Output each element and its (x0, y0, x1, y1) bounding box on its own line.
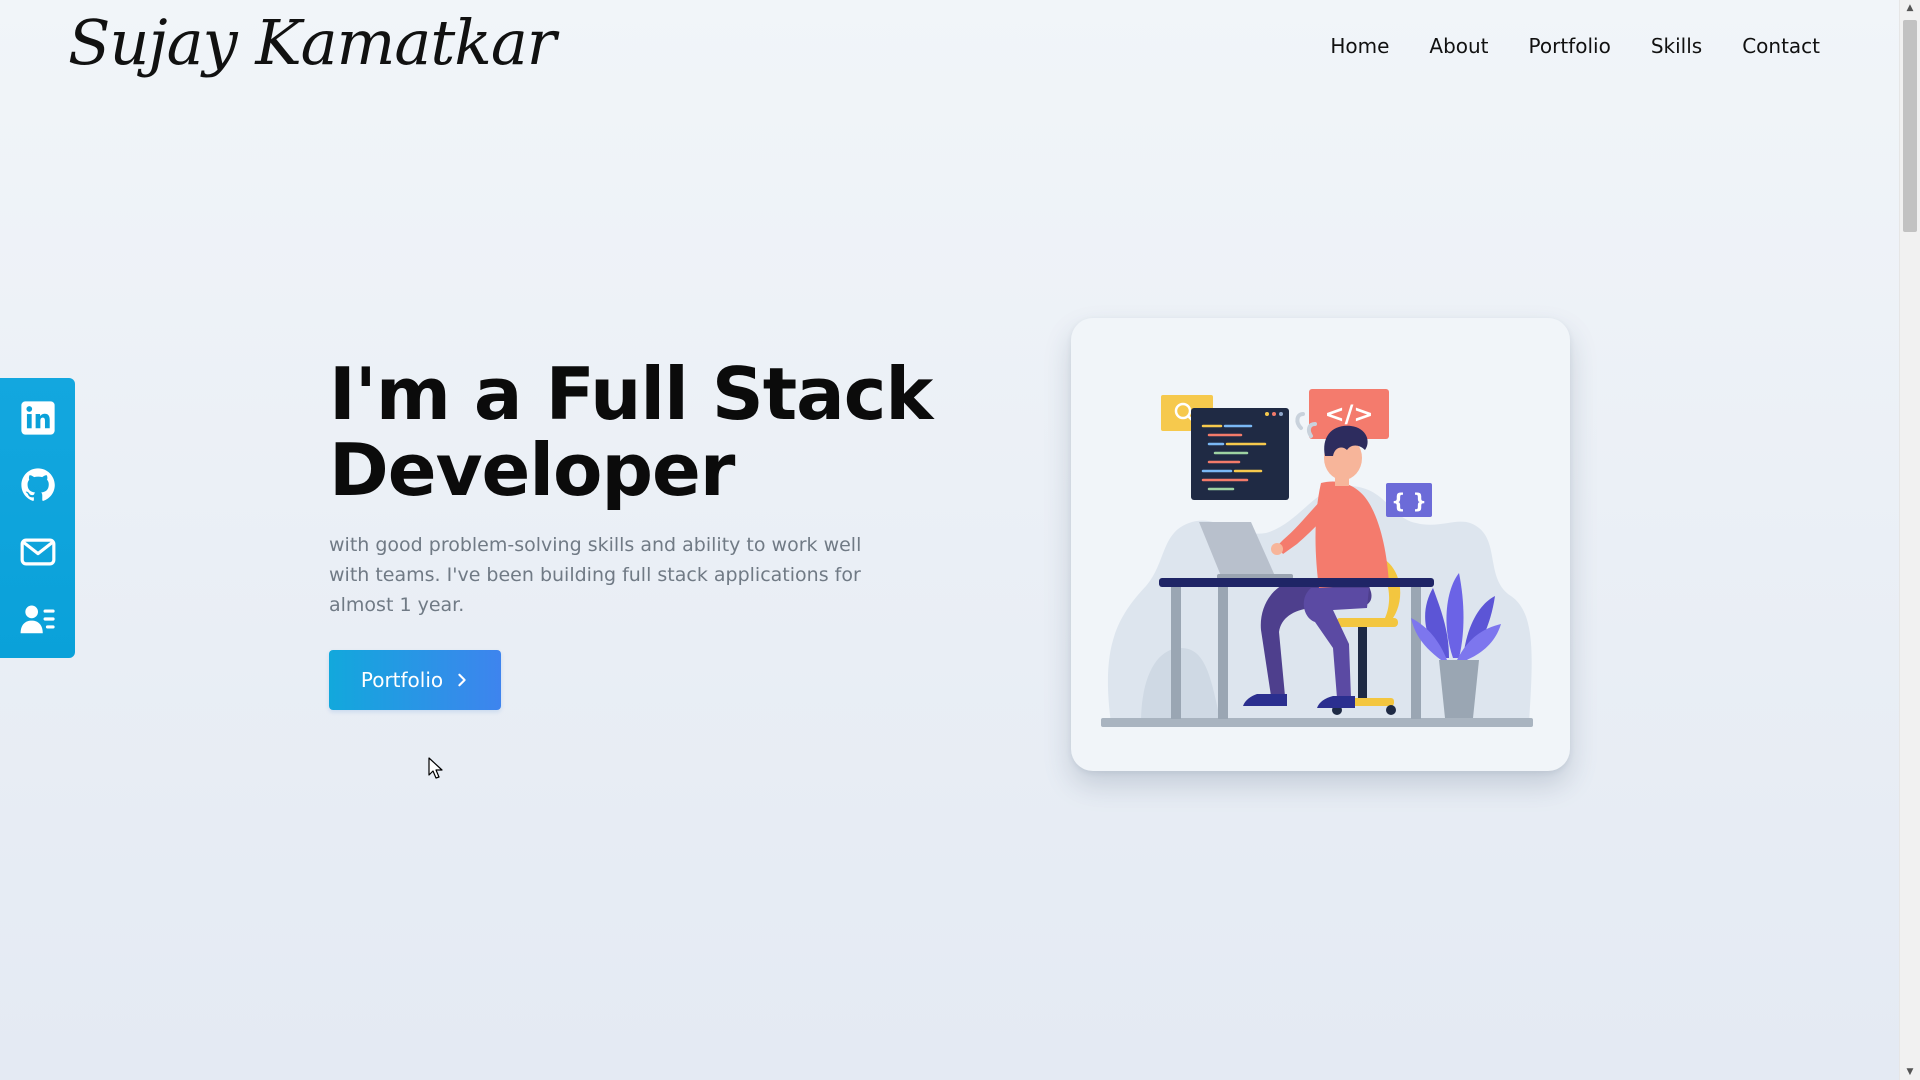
illustration-braces-tag: { } (1391, 489, 1426, 513)
nav-home[interactable]: Home (1330, 34, 1389, 58)
scroll-up-arrow-icon[interactable]: ▲ (1900, 0, 1920, 16)
developer-illustration: </> { } (1101, 389, 1533, 727)
page-scrollbar[interactable]: ▲ ▼ (1899, 0, 1920, 1080)
illustration-code-tag: </> (1325, 400, 1374, 428)
hero-illustration-card: </> { } (1071, 318, 1570, 771)
portfolio-button-label: Portfolio (360, 668, 444, 692)
resume-link[interactable] (18, 599, 58, 639)
hero-subtitle: with good problem-solving skills and abi… (329, 534, 862, 616)
hero-title-line-2: Developer (329, 428, 735, 512)
illustration-plant-pot (1439, 660, 1479, 718)
contact-card-icon (20, 605, 55, 633)
illustration-floor (1101, 718, 1533, 727)
portfolio-button[interactable]: Portfolio (329, 650, 501, 710)
hero-title-line-1: I'm a Full Stack (329, 352, 933, 436)
main-nav: Home About Portfolio Skills Contact (1330, 34, 1820, 58)
nav-skills[interactable]: Skills (1651, 34, 1702, 58)
hero-title: I'm a Full Stack Developer (329, 356, 949, 508)
nav-portfolio[interactable]: Portfolio (1529, 34, 1611, 58)
social-sidebar (0, 378, 75, 658)
chevron-right-icon (458, 673, 466, 687)
email-link[interactable] (18, 532, 58, 572)
linkedin-link[interactable] (18, 398, 58, 438)
brand-logo[interactable]: Sujay Kamatkar (68, 6, 556, 79)
linkedin-icon (20, 400, 55, 435)
site-header: Sujay Kamatkar Home About Portfolio Skil… (0, 0, 1900, 100)
github-icon (20, 467, 55, 501)
github-link[interactable] (18, 465, 58, 505)
nav-contact[interactable]: Contact (1742, 34, 1820, 58)
scroll-down-arrow-icon[interactable]: ▼ (1900, 1064, 1920, 1080)
nav-about[interactable]: About (1429, 34, 1488, 58)
scrollbar-thumb[interactable] (1903, 20, 1917, 232)
illustration-desk-top (1159, 578, 1434, 587)
mouse-cursor-icon (428, 757, 443, 779)
mail-icon (20, 538, 55, 565)
